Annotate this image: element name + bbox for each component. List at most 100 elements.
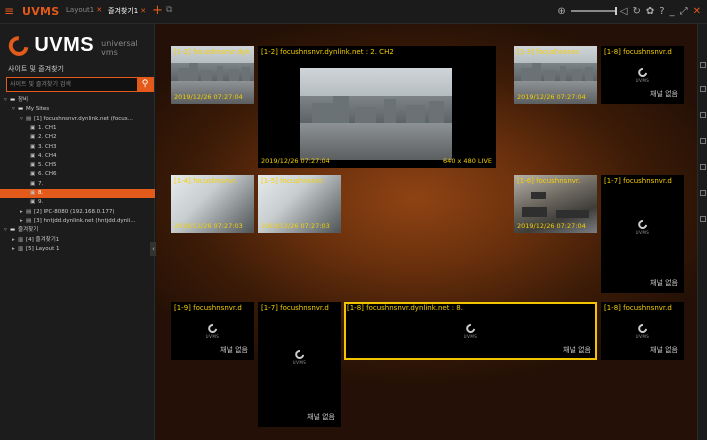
fav-icon: ▥ bbox=[18, 236, 24, 243]
no-channel-text: 채널 없음 bbox=[650, 346, 678, 354]
panel-icon[interactable] bbox=[700, 86, 706, 92]
logo-ring-icon bbox=[293, 348, 306, 361]
panel-icon[interactable] bbox=[700, 164, 706, 170]
tile-resolution: 640 x 480 LIVE bbox=[443, 157, 492, 165]
tile-timestamp: 2019/12/26 07:27:03 bbox=[261, 222, 330, 230]
tree-item[interactable]: ▣ 2. CH2 bbox=[0, 133, 155, 142]
panel-icon[interactable] bbox=[700, 190, 706, 196]
tree-item[interactable]: ▣ 1. CH1 bbox=[0, 124, 155, 133]
cam-icon: ▣ bbox=[30, 152, 36, 159]
tree-item-label: 즐겨찾기 bbox=[18, 227, 39, 234]
panel-icon[interactable] bbox=[700, 112, 706, 118]
video-tile[interactable]: [1-8] focushnsnvr.d UVMS 채널 없음 bbox=[601, 302, 684, 360]
video-tile[interactable]: [1-3] focushnsnvr. 2019/12/26 07:27:04 bbox=[514, 46, 597, 104]
tile-label: [1-9] focushnsnvr.d bbox=[174, 304, 242, 312]
search-icon[interactable]: ⚲ bbox=[137, 78, 153, 91]
tree-item[interactable]: ▣ 6. CH6 bbox=[0, 170, 155, 179]
detach-tab-icon[interactable]: ⧉ bbox=[166, 5, 172, 15]
tree-item[interactable]: ▣ 3. CH3 bbox=[0, 143, 155, 152]
nvr-icon: ▤ bbox=[26, 217, 32, 224]
no-channel-text: 채널 없음 bbox=[650, 90, 678, 98]
no-channel-text: 채널 없음 bbox=[220, 346, 248, 354]
tree-item[interactable]: ▣ 4. CH4 bbox=[0, 152, 155, 161]
nvr-icon: ▤ bbox=[26, 115, 32, 122]
video-tile[interactable]: [1-6] focushnsnvr. 2019/12/26 07:27:04 bbox=[514, 175, 597, 233]
close-icon[interactable]: ✕ bbox=[693, 6, 701, 17]
no-channel-text: 채널 없음 bbox=[307, 413, 335, 421]
tab-favorites1[interactable]: 즐겨찾기1 ✕ bbox=[108, 6, 146, 16]
volume-slider[interactable] bbox=[570, 7, 617, 15]
hamburger-menu-icon[interactable]: ≡ bbox=[4, 5, 16, 17]
title-bar: ≡ UVMS Layout1 ✕ 즐겨찾기1 ✕ + ⧉ ⊕ ◁ ↻ ✿ ? _ ⤢… bbox=[0, 0, 707, 24]
logo-ring-icon bbox=[636, 322, 649, 335]
logo-text: UVMS bbox=[34, 34, 95, 56]
tree-item-label: [1] focushnsnvr.dynlink.net (focus... bbox=[34, 115, 133, 122]
tile-label: [1-8] focushnsnvr.d bbox=[604, 48, 672, 56]
video-tile[interactable]: [1-7] focushnsnvr.d UVMS 채널 없음 bbox=[601, 175, 684, 293]
tab-label: Layout1 bbox=[66, 6, 95, 14]
tree-item[interactable]: ▣ 5. CH5 bbox=[0, 161, 155, 170]
tree-item-label: 8. bbox=[38, 190, 44, 196]
video-tile[interactable]: [1-8] focushnsnvr.d UVMS 채널 없음 bbox=[601, 46, 684, 104]
no-channel-text: 채널 없음 bbox=[650, 279, 678, 287]
tree-item[interactable]: ▿ ▬ 즐겨찾기 bbox=[0, 226, 155, 235]
speaker-icon[interactable]: ◁ bbox=[620, 6, 628, 17]
tree-item[interactable]: ▸ ▤ [2] IPC-8080 (192.168.0.177) bbox=[0, 208, 155, 217]
tree-item-label: 2. CH2 bbox=[38, 134, 57, 141]
logo-ring-icon bbox=[206, 322, 219, 335]
tree-item[interactable]: ▣ 8. bbox=[0, 189, 155, 198]
title-controls: ⊕ ◁ ↻ ✿ ? _ ⤢ ✕ bbox=[557, 4, 701, 18]
tree-item[interactable]: ▣ 7. bbox=[0, 180, 155, 189]
search-input[interactable] bbox=[7, 78, 137, 91]
tree-item[interactable]: ▿ ▬ My Sites bbox=[0, 105, 155, 114]
panel-icon[interactable] bbox=[700, 216, 706, 222]
video-tile[interactable]: [1-8] focushnsnvr.dynlink.net : 8. UVMS 채널… bbox=[344, 302, 597, 360]
logo-ring-icon bbox=[636, 66, 649, 79]
video-tile[interactable]: [1-2] focushnsnvr.dynlink.net : 2. CH2 20… bbox=[258, 46, 496, 168]
no-channel-text: 채널 없음 bbox=[563, 346, 591, 354]
globe-icon[interactable]: ⊕ bbox=[557, 6, 565, 17]
tree-item[interactable]: ▿ ▬ 장비 bbox=[0, 96, 155, 105]
placeholder-logo-text: UVMS bbox=[635, 78, 650, 83]
right-toolbar bbox=[697, 24, 707, 440]
tree-item[interactable]: ▣ 9. bbox=[0, 198, 155, 207]
maximize-icon[interactable]: ⤢ bbox=[680, 6, 688, 17]
gear-icon[interactable]: ✿ bbox=[646, 6, 654, 17]
app-name: UVMS bbox=[22, 5, 60, 18]
placeholder-logo: UVMS bbox=[635, 322, 650, 339]
close-icon[interactable]: ✕ bbox=[96, 6, 102, 14]
placeholder-logo-text: UVMS bbox=[463, 334, 478, 339]
minimize-icon[interactable]: _ bbox=[670, 6, 675, 17]
tree-item[interactable]: ▿ ▤ [1] focushnsnvr.dynlink.net (focus... bbox=[0, 115, 155, 124]
camera-feed bbox=[258, 46, 496, 168]
cam-icon: ▣ bbox=[30, 124, 36, 131]
uvms-logo: UVMS universal vms bbox=[4, 31, 154, 60]
panel-icon[interactable] bbox=[700, 138, 706, 144]
tree-item-label: 3. CH3 bbox=[38, 143, 57, 150]
video-tile[interactable]: [1-9] focushnsnvr.d UVMS 채널 없음 bbox=[171, 302, 254, 360]
close-icon[interactable]: ✕ bbox=[140, 7, 146, 15]
video-tile[interactable]: [1-7] focushnsnvr.d UVMS 채널 없음 bbox=[258, 302, 341, 427]
video-wall: [1-2] focushnsnvr.dyn 2019/12/26 07:27:04… bbox=[156, 24, 697, 440]
panel-icon[interactable] bbox=[700, 62, 706, 68]
tree-item-label: [3] hntjdd.dynlink.net (hntjdd.dynli... bbox=[34, 217, 136, 224]
tree-item[interactable]: ▸ ▥ [5] Layout 1 bbox=[0, 245, 155, 254]
cam-icon: ▣ bbox=[30, 171, 36, 178]
tree-item-label: 9. bbox=[38, 199, 44, 206]
add-tab-icon[interactable]: + bbox=[152, 3, 163, 18]
video-tile[interactable]: [1-4] focushnsnvr. 2019/12/26 07:27:03 bbox=[171, 175, 254, 233]
tree-item-label: My Sites bbox=[26, 106, 50, 113]
placeholder-logo-text: UVMS bbox=[635, 334, 650, 339]
cam-icon: ▣ bbox=[30, 162, 36, 169]
video-tile[interactable]: [1-5] focushnsnvr. 2019/12/26 07:27:03 bbox=[258, 175, 341, 233]
tab-layout1[interactable]: Layout1 ✕ bbox=[66, 6, 102, 14]
folder-icon: ▬ bbox=[18, 106, 24, 113]
tile-label: [1-7] focushnsnvr.d bbox=[604, 177, 672, 185]
video-tile[interactable]: [1-2] focushnsnvr.dyn 2019/12/26 07:27:04 bbox=[171, 46, 254, 104]
tile-timestamp: 2019/12/26 07:27:04 bbox=[517, 93, 586, 101]
refresh-icon[interactable]: ↻ bbox=[633, 6, 641, 17]
tree-item-label: [2] IPC-8080 (192.168.0.177) bbox=[34, 208, 115, 215]
tree-item[interactable]: ▸ ▤ [3] hntjdd.dynlink.net (hntjdd.dynli..… bbox=[0, 217, 155, 226]
tree-item[interactable]: ▸ ▥ [4] 즐겨찾기1 bbox=[0, 236, 155, 245]
help-icon[interactable]: ? bbox=[659, 6, 664, 17]
